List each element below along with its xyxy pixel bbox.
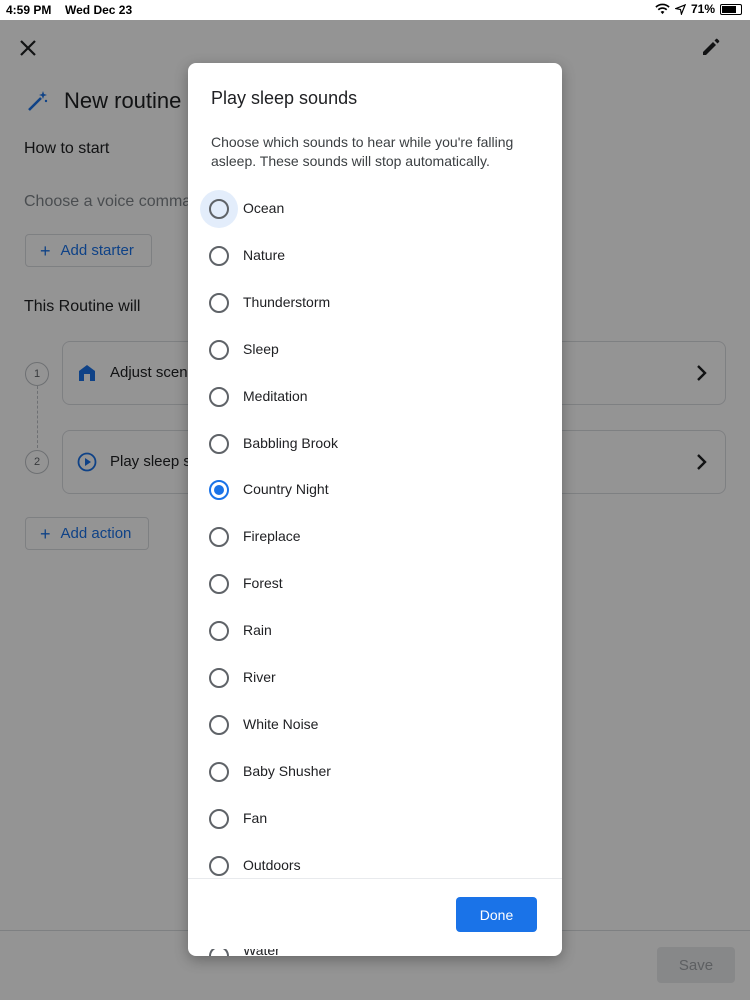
radio-button[interactable] xyxy=(209,386,229,407)
status-indicators: 71% xyxy=(655,2,742,16)
radio-ripple xyxy=(200,378,238,416)
radio-button[interactable] xyxy=(209,808,229,829)
radio-button[interactable] xyxy=(209,245,229,266)
option-label: Water xyxy=(243,948,280,956)
radio-button[interactable] xyxy=(209,433,229,454)
radio-ripple xyxy=(200,284,238,322)
option-label: Country Night xyxy=(243,481,329,498)
partial-option: Water xyxy=(188,948,562,956)
option-label: Rain xyxy=(243,622,272,639)
option-label: Outdoors xyxy=(243,856,301,873)
sound-option[interactable]: Country Night xyxy=(188,467,562,513)
radio-button[interactable] xyxy=(209,761,229,782)
option-label: Meditation xyxy=(243,387,308,404)
radio-ripple xyxy=(200,565,238,603)
radio-button[interactable] xyxy=(209,948,229,956)
radio-button[interactable] xyxy=(209,855,229,876)
location-icon xyxy=(674,3,686,15)
radio-button[interactable] xyxy=(209,292,229,313)
dialog-title: Play sleep sounds xyxy=(211,88,358,108)
radio-ripple xyxy=(200,800,238,838)
wifi-icon xyxy=(655,3,670,15)
radio-ripple xyxy=(200,237,238,275)
done-button[interactable]: Done xyxy=(456,897,537,932)
sound-option[interactable]: Baby Shusher xyxy=(188,749,562,795)
radio-button[interactable] xyxy=(209,527,229,548)
option-label: Forest xyxy=(243,575,283,592)
sound-option[interactable]: Ocean xyxy=(188,186,562,232)
radio-button[interactable] xyxy=(209,621,229,642)
radio-ripple xyxy=(200,659,238,697)
radio-ripple xyxy=(200,331,238,369)
option-label: Sleep xyxy=(243,340,279,357)
status-bar: 4:59 PM Wed Dec 23 71% xyxy=(0,0,750,20)
option-label: Thunderstorm xyxy=(243,293,331,310)
radio-ripple xyxy=(200,753,238,791)
sound-option[interactable]: Babbling Brook xyxy=(188,421,562,467)
sound-option[interactable]: Forest xyxy=(188,561,562,607)
option-label: White Noise xyxy=(243,715,319,732)
status-date: Wed Dec 23 xyxy=(65,3,133,17)
sleep-sounds-dialog: Play sleep sounds Choose which sounds to… xyxy=(188,63,562,956)
sound-option[interactable]: Meditation xyxy=(188,374,562,420)
option-label: Baby Shusher xyxy=(243,762,331,779)
radio-ripple xyxy=(200,471,238,509)
battery-icon xyxy=(720,3,742,15)
sound-option[interactable]: White Noise xyxy=(188,702,562,748)
sound-option[interactable]: Thunderstorm xyxy=(188,280,562,326)
radio-ripple xyxy=(200,425,238,463)
option-label: Babbling Brook xyxy=(243,434,338,451)
radio-button[interactable] xyxy=(209,574,229,595)
option-label: Fireplace xyxy=(243,528,301,545)
radio-button[interactable] xyxy=(209,339,229,360)
radio-ripple xyxy=(200,190,238,228)
sound-option[interactable]: Nature xyxy=(188,233,562,279)
status-time: 4:59 PM xyxy=(6,3,52,17)
sound-option[interactable]: Fan xyxy=(188,796,562,842)
option-label: Nature xyxy=(243,246,286,263)
radio-ripple xyxy=(200,706,238,744)
radio-button[interactable] xyxy=(209,668,229,688)
battery-percent: 71% xyxy=(690,2,715,16)
option-label: Fan xyxy=(243,809,268,826)
sound-option[interactable]: Rain xyxy=(188,608,562,654)
option-label: River xyxy=(243,669,276,685)
radio-button[interactable] xyxy=(209,199,229,219)
dialog-footer: Done xyxy=(188,878,562,949)
sound-option[interactable]: Sleep xyxy=(188,327,562,373)
radio-button[interactable] xyxy=(209,714,229,735)
sound-option[interactable]: Fireplace xyxy=(188,514,562,560)
dialog-description: Choose which sounds to hear while you're… xyxy=(211,134,514,169)
radio-ripple xyxy=(200,612,238,650)
sound-option[interactable]: River xyxy=(188,655,562,701)
option-label: Ocean xyxy=(243,200,285,216)
radio-ripple xyxy=(200,518,238,556)
radio-button-selected[interactable] xyxy=(209,480,229,501)
